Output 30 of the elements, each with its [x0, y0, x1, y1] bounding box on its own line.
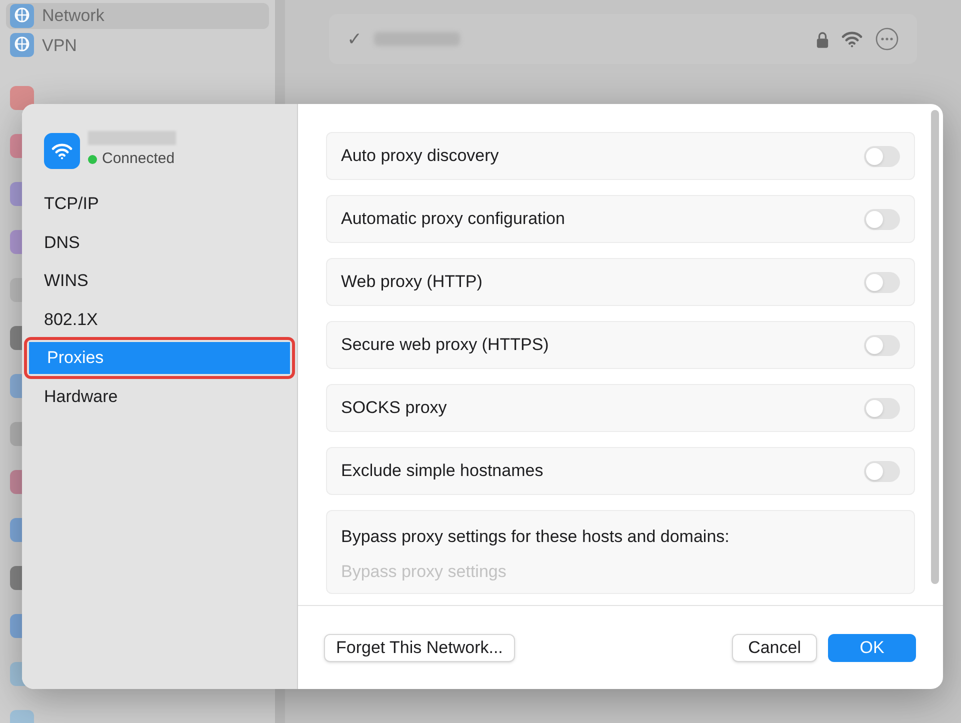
- toggle-switch[interactable]: [864, 398, 900, 418]
- forget-network-button[interactable]: Forget This Network...: [324, 634, 515, 662]
- nav-item[interactable]: DNS: [26, 226, 293, 258]
- nav-item[interactable]: TCP/IP: [26, 188, 293, 220]
- toggle-switch[interactable]: [864, 334, 900, 356]
- checkmark-icon: ✓: [347, 30, 362, 48]
- lock-icon: [816, 30, 829, 48]
- setting-label: Auto proxy discovery: [341, 145, 499, 168]
- toggle-switch[interactable]: [864, 146, 900, 166]
- setting-label: SOCKS proxy: [341, 397, 447, 420]
- connection-status: Connected: [102, 149, 175, 169]
- setting-label: Web proxy (HTTP): [341, 271, 482, 294]
- bypass-label: Bypass proxy settings for these hosts and domains:: [341, 526, 730, 548]
- globe-icon: [10, 33, 34, 58]
- more-icon[interactable]: [875, 27, 899, 51]
- nav-item[interactable]: 802.1X: [26, 304, 293, 336]
- app-icon: [10, 86, 34, 110]
- toggle-switch[interactable]: [864, 460, 900, 482]
- wifi-icon: [841, 30, 863, 48]
- setting-label: Exclude simple hostnames: [341, 460, 544, 482]
- setting-label: Secure web proxy (HTTPS): [341, 334, 549, 356]
- setting-label: Automatic proxy configuration: [341, 208, 565, 230]
- scrollbar[interactable]: [931, 110, 939, 584]
- toggle-switch[interactable]: [864, 272, 900, 292]
- toggle-switch[interactable]: [864, 208, 900, 230]
- wifi-icon: [51, 142, 73, 160]
- cancel-button[interactable]: Cancel: [732, 634, 817, 662]
- nav-item[interactable]: WINS: [26, 264, 293, 297]
- globe-icon: [10, 4, 34, 28]
- nav-item[interactable]: Hardware: [26, 380, 293, 413]
